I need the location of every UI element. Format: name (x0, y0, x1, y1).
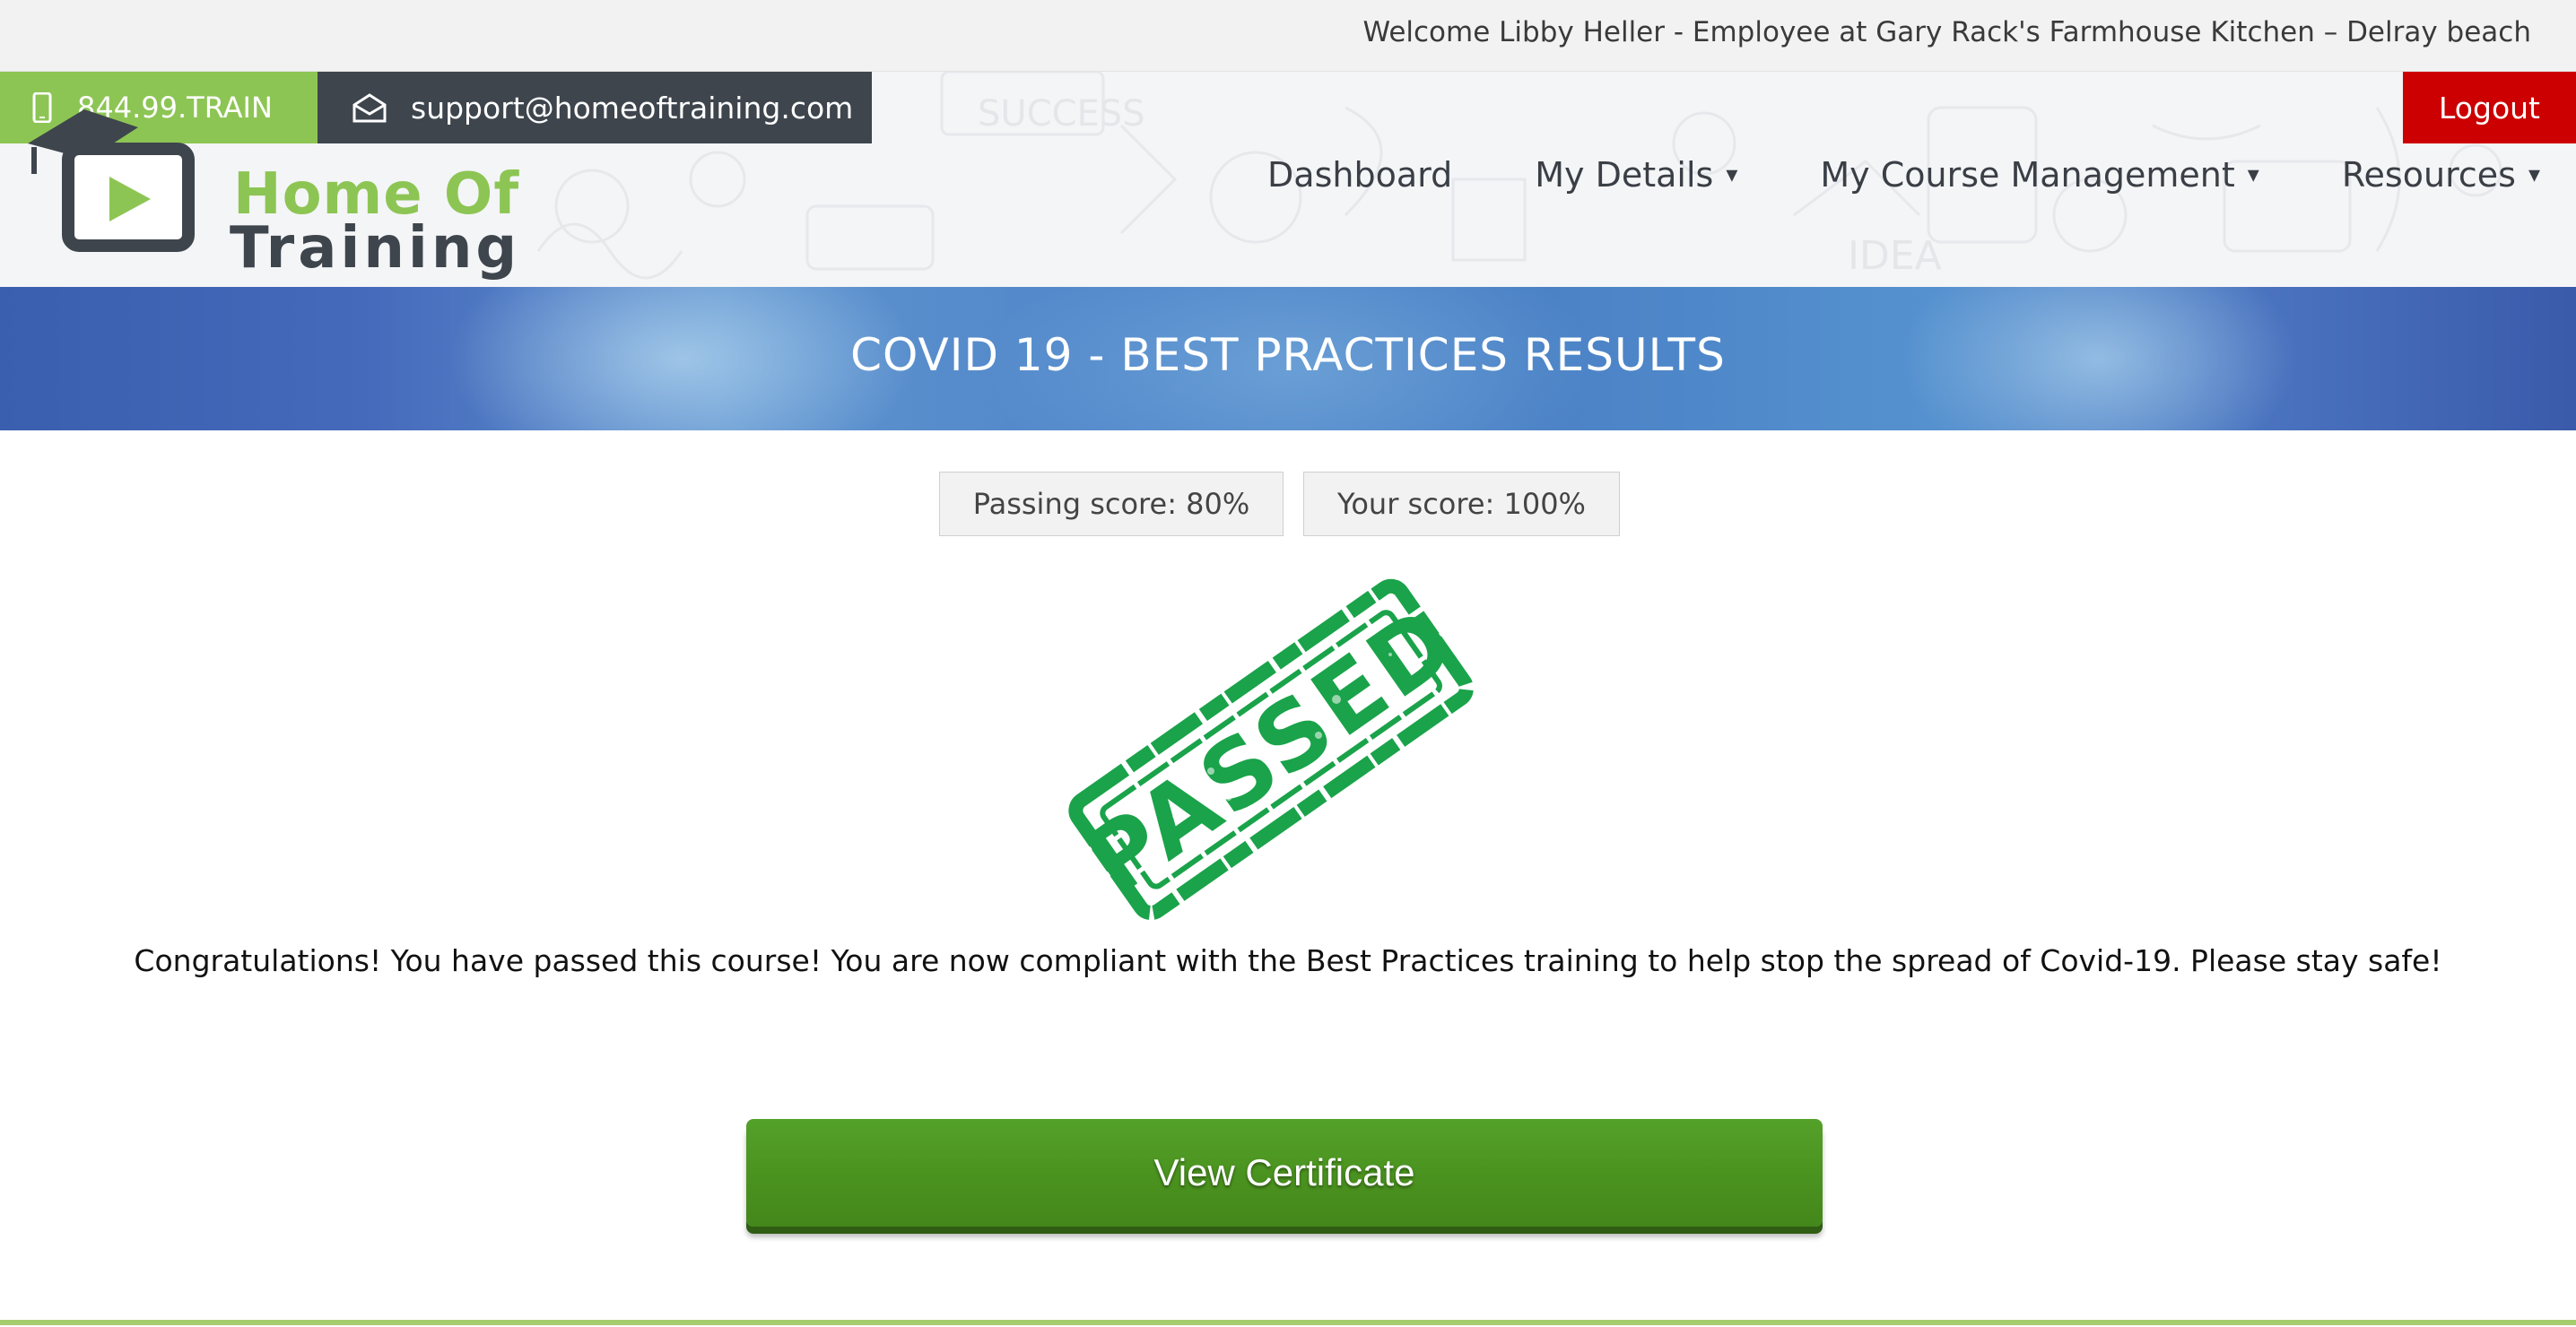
site-logo[interactable]: Home Of Training (25, 91, 518, 282)
welcome-bar: Welcome Libby Heller - Employee at Gary … (0, 0, 2576, 72)
page-title-banner: COVID 19 - BEST PRACTICES RESULTS (0, 287, 2576, 430)
nav-dashboard[interactable]: Dashboard (1267, 155, 1452, 195)
passing-score-badge: Passing score: 80% (939, 472, 1284, 536)
nav-my-course-management[interactable]: My Course Management ▾ (1820, 155, 2258, 195)
nav-resources-label: Resources (2341, 155, 2516, 195)
congratulations-message: Congratulations! You have passed this co… (134, 943, 2442, 978)
view-certificate-button[interactable]: View Certificate (746, 1119, 1823, 1227)
passed-stamp-image: PASSED (1066, 578, 1477, 921)
chevron-down-icon: ▾ (2247, 161, 2259, 188)
stamp-text: PASSED (1066, 584, 1477, 917)
chevron-down-icon: ▾ (2528, 161, 2540, 188)
chevron-down-icon: ▾ (1726, 161, 1738, 188)
view-certificate-label: View Certificate (1153, 1151, 1415, 1193)
your-score-badge: Your score: 100% (1303, 472, 1620, 536)
nav-dashboard-label: Dashboard (1267, 155, 1453, 195)
svg-text:SUCCESS: SUCCESS (978, 93, 1145, 134)
footer-divider (0, 1320, 2576, 1325)
logo-text-line2: Training (230, 215, 521, 282)
svg-text:IDEA: IDEA (1848, 233, 1942, 279)
site-header: SUCCESS IDEA 844.99.TRAIN support@homeof… (0, 72, 2576, 287)
nav-resources[interactable]: Resources ▾ (2342, 155, 2540, 195)
nav-my-details[interactable]: My Details ▾ (1535, 155, 1737, 195)
welcome-message: Welcome Libby Heller - Employee at Gary … (1362, 16, 2531, 48)
page-title: COVID 19 - BEST PRACTICES RESULTS (850, 329, 1726, 381)
logo-graduation-play-icon (28, 109, 195, 252)
logout-button[interactable]: Logout (2403, 72, 2576, 143)
nav-my-details-label: My Details (1535, 155, 1714, 195)
main-nav: Dashboard My Details ▾ My Course Managem… (1185, 155, 2540, 195)
nav-my-course-management-label: My Course Management (1820, 155, 2235, 195)
